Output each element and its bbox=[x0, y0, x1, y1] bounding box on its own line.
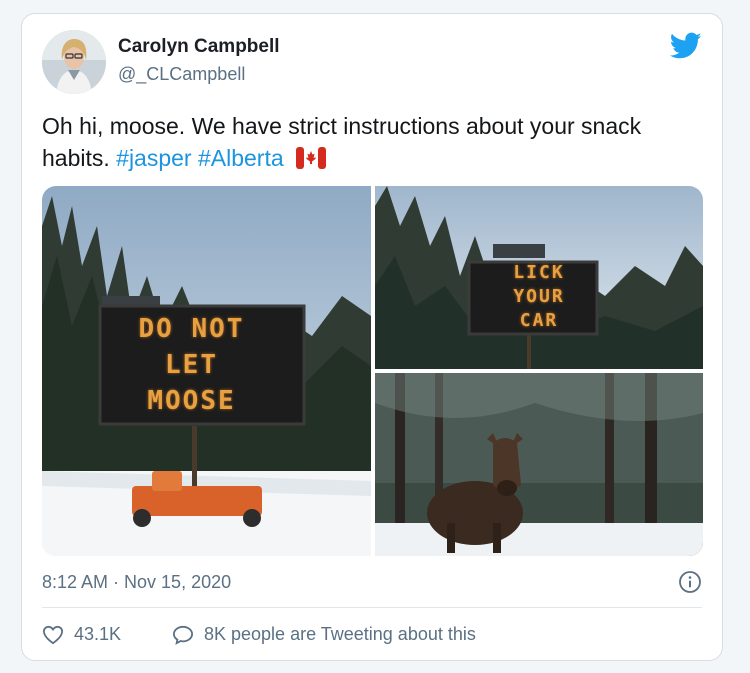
like-action[interactable]: 43.1K bbox=[42, 624, 121, 645]
photo-moose[interactable] bbox=[375, 373, 703, 556]
canada-flag-icon bbox=[296, 147, 327, 169]
sign2-line-2: YOUR bbox=[513, 286, 565, 307]
photo-sign-lick-your-car[interactable]: LICK YOUR CAR bbox=[375, 186, 703, 369]
media-grid[interactable]: DO NOT LET MOOSE LICK YOUR CAR bbox=[42, 186, 703, 556]
hashtag-jasper[interactable]: #jasper bbox=[116, 145, 191, 171]
sign-line-1: DO NOT bbox=[138, 314, 245, 344]
hashtag-alberta[interactable]: #Alberta bbox=[198, 145, 284, 171]
avatar[interactable] bbox=[42, 30, 106, 94]
info-icon[interactable] bbox=[678, 570, 702, 594]
twitter-bird-icon[interactable] bbox=[670, 32, 702, 60]
sign2-line-1: LICK bbox=[513, 262, 565, 283]
author-name[interactable]: Carolyn Campbell bbox=[118, 36, 280, 58]
tweet-card: Carolyn Campbell @_CLCampbell Oh hi, moo… bbox=[21, 13, 723, 661]
speech-bubble-icon bbox=[172, 625, 194, 645]
tweet-text: Oh hi, moose. We have strict instruction… bbox=[42, 110, 682, 174]
divider bbox=[42, 607, 702, 608]
conversation-action[interactable]: 8K people are Tweeting about this bbox=[172, 624, 476, 645]
tweet-timestamp[interactable]: 8:12 AM · Nov 15, 2020 bbox=[42, 572, 231, 593]
sign-line-2: LET bbox=[165, 350, 218, 380]
sign2-line-3: CAR bbox=[519, 310, 559, 331]
author-handle[interactable]: @_CLCampbell bbox=[118, 64, 245, 85]
conversation-label: 8K people are Tweeting about this bbox=[204, 624, 476, 644]
like-count: 43.1K bbox=[74, 624, 122, 644]
sign-line-3: MOOSE bbox=[147, 386, 236, 416]
photo-sign-do-not-let-moose[interactable]: DO NOT LET MOOSE bbox=[42, 186, 371, 556]
heart-icon bbox=[42, 625, 64, 644]
